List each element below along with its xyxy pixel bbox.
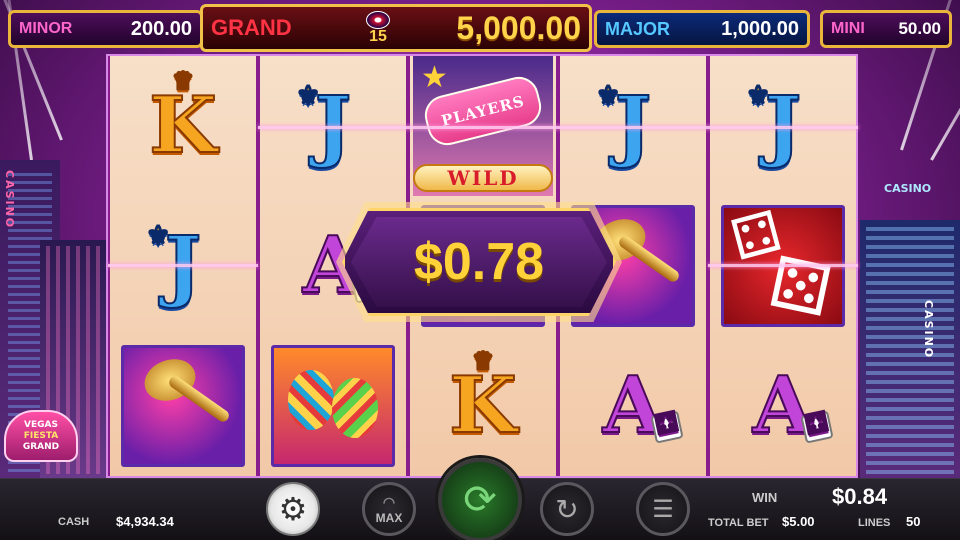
jackpot-major-label: MAJOR — [605, 18, 671, 39]
wild-sign-text: PLAYERS — [439, 91, 527, 131]
fleur-de-lis-icon: ⚜ — [596, 81, 621, 111]
symbol-cell — [260, 336, 406, 476]
crown-icon: ♛ — [171, 66, 194, 95]
payline — [108, 264, 258, 267]
logo-word-2: FIESTA — [23, 430, 59, 441]
dice-icon — [650, 410, 684, 444]
jackpot-bar: MINOR 200.00 GRAND 15 5,000.00 MAJOR 1,0… — [0, 0, 960, 52]
casino-sign-right-top: CASINO — [884, 182, 932, 195]
symbol-a: A — [602, 366, 684, 446]
grand-badge: 15 — [366, 11, 391, 45]
symbol-cell — [110, 336, 256, 476]
jackpot-grand: GRAND 15 5,000.00 — [200, 4, 592, 52]
payline — [708, 264, 858, 267]
settings-button[interactable]: ⚙ — [266, 482, 320, 536]
symbol-cell: ♛ K — [110, 56, 256, 196]
gear-icon: ⚙ — [278, 490, 308, 528]
spin-button[interactable]: ⟳ — [438, 458, 522, 540]
dice-icon — [800, 410, 834, 444]
star-icon: ★ — [421, 60, 448, 95]
jackpot-grand-value: 5,000.00 — [456, 9, 581, 46]
symbol-cell: A — [560, 336, 706, 476]
bet-button[interactable]: ☰ — [636, 482, 690, 536]
jackpot-minor-label: MINOR — [19, 20, 73, 37]
win-value: $0.84 — [832, 484, 888, 509]
jackpot-minor: MINOR 200.00 — [8, 10, 203, 48]
symbol-k: ♛ K — [448, 346, 518, 451]
chip-icon — [366, 11, 391, 29]
jackpot-major-value: 1,000.00 — [721, 17, 799, 40]
jackpot-major: MAJOR 1,000.00 — [594, 10, 810, 48]
refresh-icon: ↻ — [555, 492, 579, 526]
trumpet-symbol — [121, 345, 245, 467]
max-bet-button[interactable]: ◠ MAX — [362, 482, 416, 536]
logo-word-3: GRAND — [22, 441, 60, 452]
lines-label: LINES — [858, 517, 891, 529]
symbol-cell: ♛ K — [410, 336, 556, 476]
game-logo: VEGAS FIESTA GRAND — [4, 410, 78, 462]
coin-stack-icon: ☰ — [652, 495, 674, 523]
lines-value: 50 — [906, 514, 921, 529]
jackpot-grand-label: GRAND — [211, 15, 292, 40]
win-banner-amount: $0.78 — [413, 233, 545, 291]
win-label: WIN — [752, 490, 778, 505]
maracas-symbol — [271, 345, 395, 467]
jackpot-mini-value: 50.00 — [898, 19, 941, 38]
game-scene: CASINO CASINO CASINO VEGAS FIESTA GRAND … — [0, 0, 960, 540]
symbol-k: ♛ K — [148, 66, 218, 171]
win-banner: $0.78 — [342, 208, 616, 316]
jackpot-mini-label: MINI — [831, 20, 865, 37]
fleur-de-lis-icon: ⚜ — [146, 221, 171, 251]
gauge-icon: ◠ — [382, 493, 396, 510]
logo-word-1: VEGAS — [24, 419, 58, 430]
total-bet-value: $5.00 — [782, 514, 815, 529]
grand-badge-count: 15 — [369, 28, 387, 45]
fleur-de-lis-icon: ⚜ — [296, 81, 321, 111]
symbol-cell: A — [710, 336, 856, 476]
total-bet-label: TOTAL BET — [708, 517, 769, 529]
spin-arrow-icon: ⟳ — [463, 477, 497, 523]
cash-label: CASH — [58, 516, 90, 528]
fleur-de-lis-icon: ⚜ — [746, 81, 771, 111]
crown-icon: ♛ — [471, 346, 494, 375]
symbol-a: A — [752, 366, 834, 446]
jackpot-minor-value: 200.00 — [130, 17, 192, 40]
casino-building-right — [860, 220, 960, 480]
wild-label: WILD — [413, 164, 553, 192]
casino-sign-left: CASINO — [3, 170, 16, 230]
jackpot-mini: MINI 50.00 — [820, 10, 952, 48]
cash-value: $4,934.34 — [116, 514, 174, 529]
payline — [258, 126, 858, 129]
max-bet-label: MAX — [375, 510, 403, 525]
autoplay-button[interactable]: ↻ — [540, 482, 594, 536]
casino-sign-right: CASINO — [922, 300, 935, 360]
